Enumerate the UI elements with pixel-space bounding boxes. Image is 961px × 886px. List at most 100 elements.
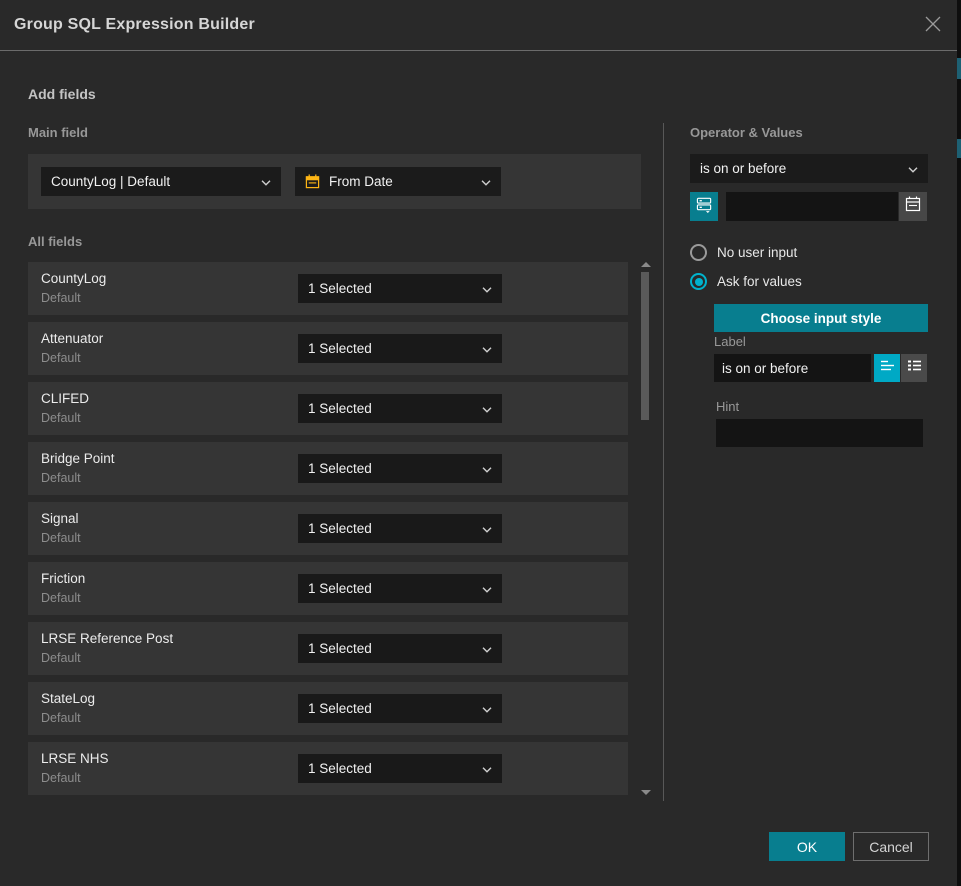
field-row-statelog: StateLog Default 1 Selected [28, 682, 628, 735]
hint-caption: Hint [716, 399, 739, 414]
hint-input[interactable] [716, 419, 923, 447]
field-name: Signal [41, 511, 79, 526]
background-fragment [957, 139, 961, 158]
main-field-field-value: From Date [329, 174, 475, 189]
cancel-button[interactable]: Cancel [853, 832, 929, 861]
field-selection-value: 1 Selected [308, 701, 476, 716]
field-selection-dropdown[interactable]: 1 Selected [298, 334, 502, 363]
operator-value: is on or before [700, 161, 902, 176]
radio-label: No user input [717, 245, 797, 260]
close-button[interactable] [921, 14, 945, 38]
field-row-lrse-nhs: LRSE NHS Default 1 Selected [28, 742, 628, 795]
field-sublabel: Default [41, 471, 81, 485]
field-sublabel: Default [41, 351, 81, 365]
radio-label: Ask for values [717, 274, 802, 289]
field-name: Attenuator [41, 331, 103, 346]
radio-circle-selected [690, 273, 707, 290]
calendar-icon [905, 196, 921, 217]
field-name: Bridge Point [41, 451, 115, 466]
close-icon [924, 15, 942, 38]
date-picker-button[interactable] [899, 192, 927, 221]
chevron-down-icon [482, 760, 492, 778]
main-field-field-select[interactable]: From Date [295, 167, 501, 196]
field-name: CLIFED [41, 391, 89, 406]
align-left-lines-icon [880, 359, 895, 377]
field-sublabel: Default [41, 291, 81, 305]
field-selection-value: 1 Selected [308, 641, 476, 656]
value-input-type-button[interactable] [690, 192, 718, 221]
radio-ask-for-values[interactable]: Ask for values [690, 273, 802, 290]
field-sublabel: Default [41, 591, 81, 605]
input-style-list-button[interactable] [901, 354, 927, 382]
chevron-down-icon [481, 173, 491, 191]
label-input[interactable] [714, 354, 871, 382]
field-row-bridge-point: Bridge Point Default 1 Selected [28, 442, 628, 495]
chevron-down-icon [261, 173, 271, 191]
panel-divider [663, 123, 664, 801]
field-name: CountyLog [41, 271, 106, 286]
ok-button[interactable]: OK [769, 832, 845, 861]
calendar-date-icon [305, 174, 320, 189]
group-sql-expression-builder-dialog: Group SQL Expression Builder Add fields … [0, 0, 961, 886]
field-sublabel: Default [41, 651, 81, 665]
main-field-row: CountyLog | Default From Date [28, 154, 641, 209]
field-name: Friction [41, 571, 85, 586]
radio-no-user-input[interactable]: No user input [690, 244, 797, 261]
main-field-dataset-select[interactable]: CountyLog | Default [41, 167, 281, 196]
field-row-countylog: CountyLog Default 1 Selected [28, 262, 628, 315]
dialog-title: Group SQL Expression Builder [14, 16, 255, 34]
date-value-input[interactable] [726, 192, 898, 221]
field-selection-dropdown[interactable]: 1 Selected [298, 694, 502, 723]
chevron-down-icon [482, 280, 492, 298]
field-selection-value: 1 Selected [308, 341, 476, 356]
field-selection-value: 1 Selected [308, 521, 476, 536]
field-row-lrse-reference-post: LRSE Reference Post Default 1 Selected [28, 622, 628, 675]
bulleted-list-icon [907, 359, 922, 377]
all-fields-label: All fields [28, 234, 82, 249]
field-selection-value: 1 Selected [308, 281, 476, 296]
label-caption: Label [714, 334, 746, 349]
field-name: LRSE Reference Post [41, 631, 173, 646]
field-selection-value: 1 Selected [308, 461, 476, 476]
chevron-down-icon [482, 520, 492, 538]
field-sublabel: Default [41, 771, 81, 785]
field-selection-dropdown[interactable]: 1 Selected [298, 394, 502, 423]
scroll-up-arrow[interactable] [641, 262, 651, 267]
stacked-inputs-icon [696, 196, 713, 218]
chevron-down-icon [482, 460, 492, 478]
choose-input-style-button[interactable]: Choose input style [714, 304, 928, 332]
field-selection-dropdown[interactable]: 1 Selected [298, 754, 502, 783]
chevron-down-icon [908, 160, 918, 178]
field-row-signal: Signal Default 1 Selected [28, 502, 628, 555]
chevron-down-icon [482, 580, 492, 598]
field-selection-value: 1 Selected [308, 581, 476, 596]
chevron-down-icon [482, 700, 492, 718]
field-name: StateLog [41, 691, 95, 706]
field-sublabel: Default [41, 711, 81, 725]
field-row-clifed: CLIFED Default 1 Selected [28, 382, 628, 435]
background-fragment [957, 58, 961, 79]
field-selection-dropdown[interactable]: 1 Selected [298, 634, 502, 663]
field-row-attenuator: Attenuator Default 1 Selected [28, 322, 628, 375]
main-field-dataset-value: CountyLog | Default [51, 174, 255, 189]
field-selection-dropdown[interactable]: 1 Selected [298, 274, 502, 303]
background-page-edge [957, 0, 961, 886]
chevron-down-icon [482, 640, 492, 658]
operator-select[interactable]: is on or before [690, 154, 928, 183]
field-row-friction: Friction Default 1 Selected [28, 562, 628, 615]
field-selection-dropdown[interactable]: 1 Selected [298, 514, 502, 543]
field-selection-dropdown[interactable]: 1 Selected [298, 574, 502, 603]
field-sublabel: Default [41, 531, 81, 545]
scrollbar-thumb[interactable] [641, 272, 649, 420]
add-fields-heading: Add fields [28, 86, 96, 102]
scroll-down-arrow[interactable] [641, 790, 651, 795]
radio-circle-unselected [690, 244, 707, 261]
field-name: LRSE NHS [41, 751, 109, 766]
field-selection-value: 1 Selected [308, 761, 476, 776]
field-selection-dropdown[interactable]: 1 Selected [298, 454, 502, 483]
chevron-down-icon [482, 400, 492, 418]
main-field-label: Main field [28, 125, 88, 140]
field-sublabel: Default [41, 411, 81, 425]
input-style-single-line-button[interactable] [874, 354, 900, 382]
dialog-header: Group SQL Expression Builder [0, 0, 957, 51]
